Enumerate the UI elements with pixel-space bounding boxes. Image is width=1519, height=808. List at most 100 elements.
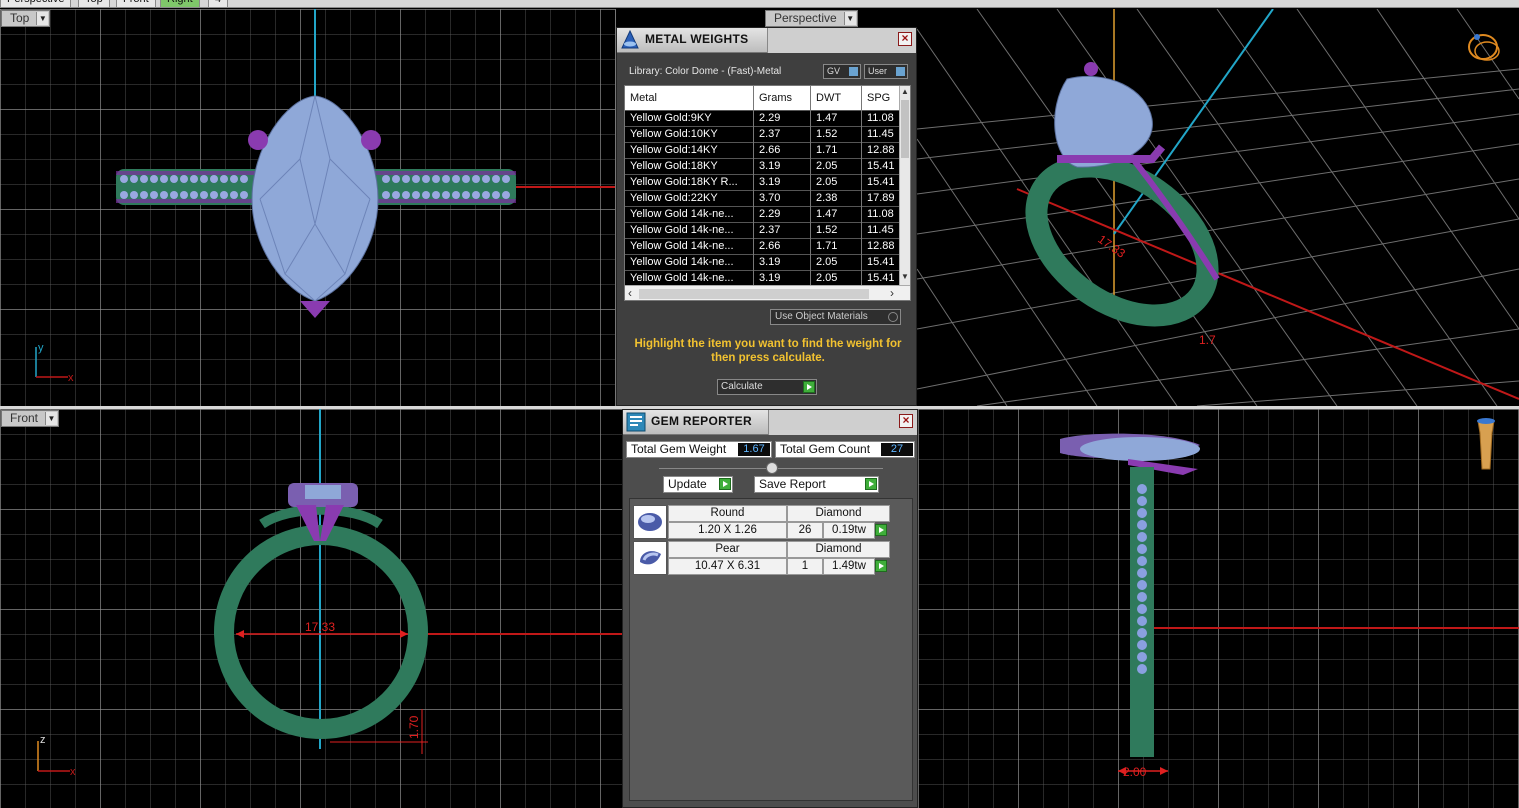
dwt-value: 1.47 xyxy=(816,208,838,220)
grams-value: 2.66 xyxy=(759,240,781,252)
gem-size: 10.47 X 6.31 xyxy=(668,558,787,575)
save-report-button[interactable]: Save Report xyxy=(754,476,879,493)
metal-table-header: Metal Grams DWT SPG xyxy=(625,86,904,110)
view-orient-icon[interactable] xyxy=(1477,418,1495,470)
calculate-button[interactable]: Calculate xyxy=(717,379,817,395)
viewport-label-front[interactable]: Front ▼ xyxy=(1,410,60,427)
dwt-value: 2.05 xyxy=(816,272,838,284)
gem-reporter-titlebar[interactable]: GEM REPORTER × xyxy=(623,410,917,435)
metal-row[interactable]: Yellow Gold:14KY 2.66 1.71 12.88 xyxy=(625,142,904,158)
chevron-down-icon[interactable]: ▼ xyxy=(36,12,49,25)
gem-weight: 1.49tw xyxy=(823,558,875,575)
user-toggle[interactable]: User xyxy=(864,64,908,79)
metal-table[interactable]: Metal Grams DWT SPG Yellow Gold:9KY 2.29 1… xyxy=(624,85,911,301)
play-icon xyxy=(803,381,815,393)
close-button[interactable]: × xyxy=(898,32,912,46)
metal-row[interactable]: Yellow Gold:22KY 3.70 2.38 17.89 xyxy=(625,190,904,206)
gem-shape: Round xyxy=(668,505,787,522)
chevron-down-icon[interactable]: ▼ xyxy=(45,412,58,425)
use-object-materials-checkbox[interactable]: Use Object Materials xyxy=(770,309,901,325)
grams-value: 2.37 xyxy=(759,128,781,140)
gem-list[interactable]: Round Diamond 1.20 X 1.26 26 0.19tw Pear… xyxy=(629,498,913,801)
metal-name: Yellow Gold:22KY xyxy=(630,192,718,204)
panel-slider-handle[interactable] xyxy=(766,462,778,474)
chevron-left-icon[interactable]: ‹ xyxy=(628,286,632,300)
chevron-up-icon[interactable]: ▲ xyxy=(901,87,909,96)
metal-row[interactable]: Yellow Gold 14k-ne... 2.37 1.52 11.45 xyxy=(625,222,904,238)
chevron-down-icon[interactable]: ▼ xyxy=(843,12,856,25)
gem-side xyxy=(1080,437,1200,461)
metal-name: Yellow Gold:9KY xyxy=(630,112,712,124)
top-view-scene: y x xyxy=(35,9,615,384)
viewport-label-text: Perspective xyxy=(774,11,837,25)
metal-row[interactable]: Yellow Gold:18KY R... 3.19 2.05 15.41 xyxy=(625,174,904,190)
metal-table-hscroll[interactable]: ‹ › xyxy=(625,285,910,300)
dwt-value: 1.52 xyxy=(816,224,838,236)
gem-count: 26 xyxy=(787,522,823,539)
perspective-scene: 17.33 1.7 xyxy=(917,9,1519,406)
chevron-right-icon[interactable]: › xyxy=(890,286,894,300)
dimension-perspective: 17.33 xyxy=(1095,232,1128,261)
metal-row[interactable]: Yellow Gold 14k-ne... 3.19 2.05 15.41 xyxy=(625,254,904,270)
tab-right[interactable]: Right xyxy=(160,0,200,7)
gem-type: Diamond xyxy=(787,541,890,558)
metal-row[interactable]: Yellow Gold 14k-ne... 2.29 1.47 11.08 xyxy=(625,206,904,222)
axis-x-label: x xyxy=(68,372,74,384)
prong-tip xyxy=(300,301,330,318)
grams-value: 3.19 xyxy=(759,160,781,172)
front-view-scene: 17.33 1.70 z x xyxy=(37,409,622,778)
tab-four[interactable]: 4 xyxy=(208,0,229,7)
grams-value: 2.29 xyxy=(759,112,781,124)
right-viewport[interactable]: 2.00 xyxy=(918,409,1519,808)
axis-x-label: x xyxy=(70,766,76,778)
dwt-value: 1.47 xyxy=(816,112,838,124)
axis-y-label: y xyxy=(38,342,44,354)
total-gem-count-field: Total Gem Count 27 xyxy=(775,441,915,458)
col-header-grams[interactable]: Grams xyxy=(759,92,792,104)
metal-table-vscroll[interactable]: ▲ ▼ xyxy=(899,86,910,286)
dwt-value: 1.71 xyxy=(816,144,838,156)
close-button[interactable]: × xyxy=(899,414,913,428)
gem-select-button[interactable] xyxy=(875,524,887,536)
chevron-down-icon[interactable]: ▼ xyxy=(901,272,909,281)
dwt-value: 2.05 xyxy=(816,256,838,268)
metal-row[interactable]: Yellow Gold:9KY 2.29 1.47 11.08 xyxy=(625,110,904,126)
tab-perspective[interactable]: Perspective xyxy=(0,0,72,7)
grams-value: 3.70 xyxy=(759,192,781,204)
gem-reporter-icon xyxy=(626,412,646,432)
metal-name: Yellow Gold 14k-ne... xyxy=(630,224,734,236)
library-label: Library: Color Dome - (Fast)-Metal xyxy=(629,66,782,77)
matrix-cad-window: Perspective Top Front Right 4 xyxy=(0,0,1519,808)
metal-row[interactable]: Yellow Gold 14k-ne... 3.19 2.05 15.41 xyxy=(625,270,904,286)
metal-weights-titlebar[interactable]: METAL WEIGHTS × xyxy=(617,28,916,53)
update-button[interactable]: Update xyxy=(663,476,733,493)
tab-top[interactable]: Top xyxy=(78,0,110,7)
gem-row-pear[interactable]: Pear Diamond 10.47 X 6.31 1 1.49tw xyxy=(633,541,890,575)
total-gem-weight-field: Total Gem Weight 1.67 xyxy=(626,441,772,458)
perspective-viewport[interactable]: 17.33 1.7 Perspective ▼ xyxy=(917,9,1519,406)
gem-shape: Pear xyxy=(668,541,787,558)
gv-toggle[interactable]: GV xyxy=(823,64,861,79)
col-header-dwt[interactable]: DWT xyxy=(816,92,841,104)
gem-select-button[interactable] xyxy=(875,560,887,572)
prong-right xyxy=(361,130,381,150)
front-viewport[interactable]: 17.33 1.70 z x Front ▼ xyxy=(0,409,622,808)
viewport-label-top[interactable]: Top ▼ xyxy=(1,10,51,27)
viewport-label-perspective-tab[interactable]: Perspective ▼ xyxy=(765,10,858,27)
play-icon xyxy=(719,478,731,490)
top-viewport[interactable]: y x Top ▼ xyxy=(0,9,616,406)
metal-row[interactable]: Yellow Gold:18KY 3.19 2.05 15.41 xyxy=(625,158,904,174)
metal-name: Yellow Gold:18KY xyxy=(630,160,718,172)
grams-value: 3.19 xyxy=(759,256,781,268)
dwt-value: 2.05 xyxy=(816,176,838,188)
metal-row[interactable]: Yellow Gold 14k-ne... 2.66 1.71 12.88 xyxy=(625,238,904,254)
round-gem-icon xyxy=(633,505,667,539)
tab-front[interactable]: Front xyxy=(116,0,156,7)
metal-name: Yellow Gold 14k-ne... xyxy=(630,208,734,220)
col-header-spg[interactable]: SPG xyxy=(867,92,890,104)
col-header-metal[interactable]: Metal xyxy=(630,92,657,104)
gem-row-round[interactable]: Round Diamond 1.20 X 1.26 26 0.19tw xyxy=(633,505,890,539)
ring-orient-icon[interactable] xyxy=(1468,34,1500,61)
metal-row[interactable]: Yellow Gold:10KY 2.37 1.52 11.45 xyxy=(625,126,904,142)
user-toggle-label: User xyxy=(868,66,888,76)
